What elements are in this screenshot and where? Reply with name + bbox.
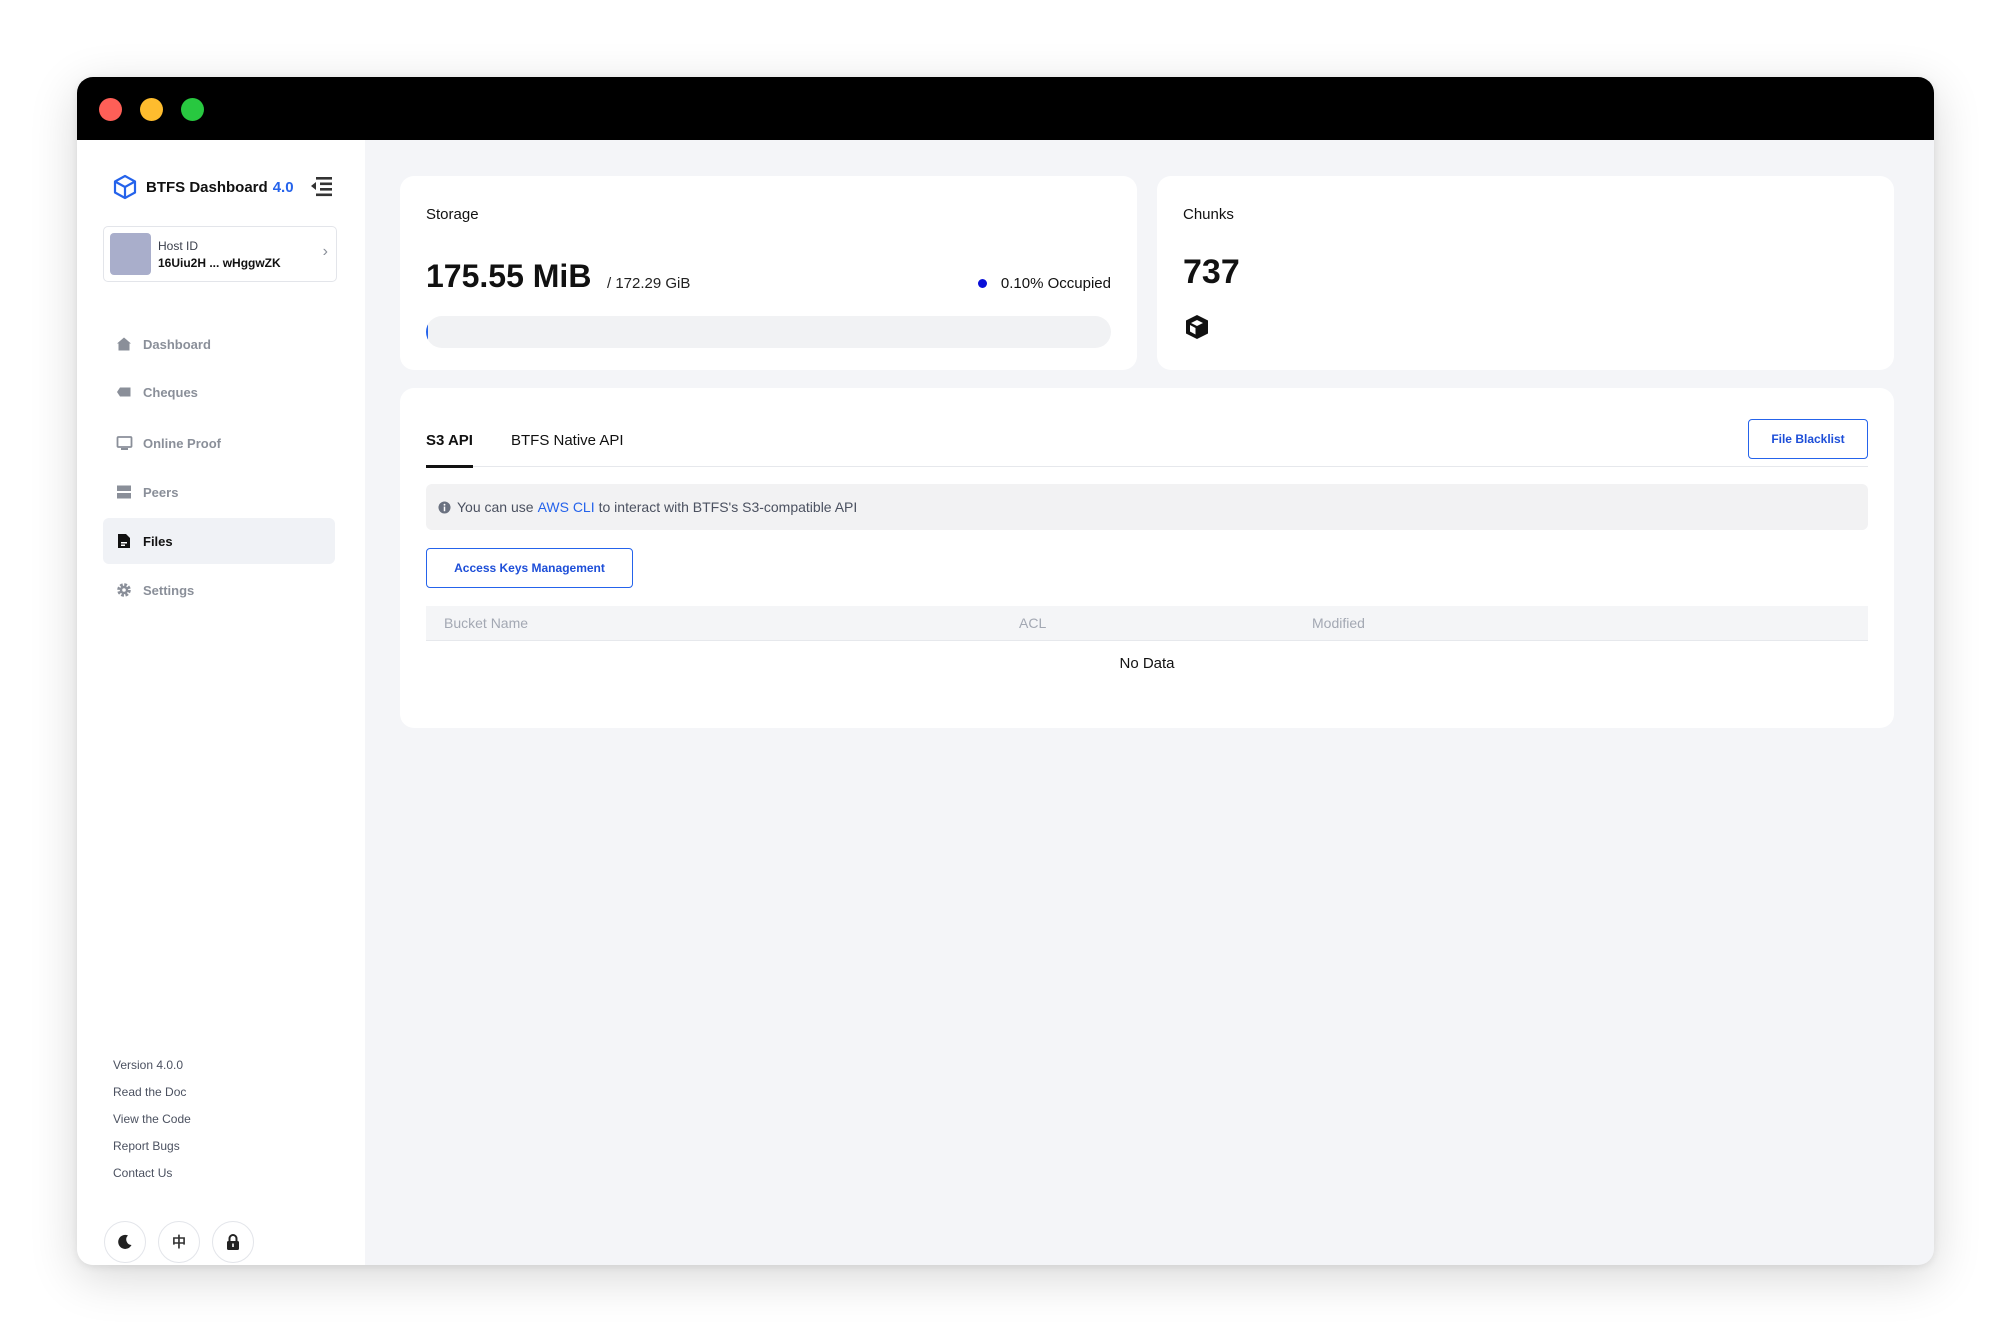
storage-occupied: 0.10% Occupied	[977, 275, 1111, 292]
sidebar-item-label: Peers	[143, 484, 179, 500]
language-toggle-button[interactable]: 中	[158, 1221, 200, 1263]
maximize-window-button[interactable]	[181, 98, 204, 121]
view-code-link[interactable]: View the Code	[113, 1106, 191, 1133]
close-window-button[interactable]	[99, 98, 122, 121]
sidebar-item-label: Cheques	[143, 384, 198, 400]
gear-icon	[115, 581, 133, 599]
window-titlebar	[77, 77, 1934, 140]
info-text-prefix: You can use	[457, 499, 534, 515]
version-text: Version 4.0.0	[113, 1058, 184, 1072]
sidebar-item-label: Files	[143, 533, 173, 549]
column-header-acl[interactable]: ACL	[1019, 615, 1046, 631]
minimize-window-button[interactable]	[140, 98, 163, 121]
sidebar-item-files[interactable]: Files	[103, 518, 335, 564]
brand-version: 4.0	[272, 178, 294, 196]
access-keys-button[interactable]: Access Keys Management	[426, 548, 633, 588]
tab-btfs-native-api[interactable]: BTFS Native API	[511, 432, 624, 465]
lock-icon	[227, 1234, 239, 1250]
brand[interactable]: BTFS Dashboard 4.0	[112, 173, 294, 201]
sidebar-item-online-proof[interactable]: Online Proof	[103, 420, 335, 466]
contact-us-link[interactable]: Contact Us	[113, 1160, 191, 1187]
host-id-value: 16Uiu2H ... wHggwZK	[158, 256, 281, 270]
home-icon	[115, 335, 133, 353]
sidebar-item-dashboard[interactable]: Dashboard	[103, 321, 335, 367]
language-toggle-label: 中	[172, 1234, 186, 1250]
theme-toggle-button[interactable]	[104, 1221, 146, 1263]
host-id-label: Host ID	[158, 239, 199, 253]
table-empty-text: No Data	[1119, 655, 1175, 672]
files-card: S3 API BTFS Native API File Blacklist Yo…	[400, 388, 1894, 728]
sidebar-item-label: Settings	[143, 582, 195, 598]
sidebar: BTFS Dashboard 4.0 Host ID 16Uiu2H ... w…	[77, 140, 365, 1265]
sidebar-footer-links: Version 4.0.0 Read the Doc View the Code…	[113, 1052, 191, 1187]
chevron-right-icon: ›	[322, 243, 328, 260]
tab-s3-api[interactable]: S3 API	[426, 432, 473, 468]
tag-icon	[115, 383, 133, 401]
monitor-icon	[115, 434, 133, 452]
occupied-dot-icon	[977, 279, 987, 288]
cube-icon	[1186, 315, 1208, 339]
brand-name: BTFS Dashboard	[146, 178, 268, 196]
report-bugs-link[interactable]: Report Bugs	[113, 1133, 191, 1160]
server-icon	[115, 483, 133, 501]
chunks-title: Chunks	[1183, 206, 1234, 223]
moon-icon	[118, 1234, 132, 1249]
api-tabs: S3 API BTFS Native API	[426, 424, 1868, 468]
app-window: BTFS Dashboard 4.0 Host ID 16Uiu2H ... w…	[77, 77, 1934, 1265]
column-header-modified[interactable]: Modified	[1312, 615, 1365, 631]
sidebar-item-settings[interactable]: Settings	[103, 567, 335, 613]
sidebar-item-cheques[interactable]: Cheques	[103, 369, 335, 415]
storage-progress-bar	[426, 316, 1111, 348]
chunks-card: Chunks 737	[1157, 176, 1894, 370]
lock-button[interactable]	[212, 1221, 254, 1263]
bucket-table-header: Bucket Name ACL Modified	[426, 606, 1868, 641]
info-text-suffix: to interact with BTFS's S3-compatible AP…	[598, 499, 858, 515]
storage-progress-fill	[426, 324, 428, 340]
host-id-card[interactable]: Host ID 16Uiu2H ... wHggwZK ›	[103, 226, 337, 282]
occupied-text: 0.10% Occupied	[1000, 275, 1111, 292]
column-header-bucket-name[interactable]: Bucket Name	[444, 615, 528, 631]
sidebar-item-peers[interactable]: Peers	[103, 469, 335, 515]
storage-total-value: / 172.29 GiB	[607, 275, 691, 292]
read-doc-link[interactable]: Read the Doc	[113, 1079, 191, 1106]
file-blacklist-button[interactable]: File Blacklist	[1748, 419, 1868, 459]
avatar	[110, 233, 151, 275]
file-icon	[115, 532, 133, 550]
btfs-logo-icon	[113, 174, 137, 200]
sidebar-item-label: Dashboard	[143, 336, 211, 352]
storage-card: Storage 175.55 MiB / 172.29 GiB 0.10% Oc…	[400, 176, 1137, 370]
aws-cli-link[interactable]: AWS CLI	[538, 499, 595, 515]
storage-used-value: 175.55 MiB	[426, 258, 592, 294]
chunks-count: 737	[1183, 253, 1240, 291]
info-icon	[438, 500, 451, 514]
sidebar-item-label: Online Proof	[143, 435, 221, 451]
storage-title: Storage	[426, 206, 479, 223]
info-banner: You can use AWS CLI to interact with BTF…	[426, 484, 1868, 530]
collapse-sidebar-icon[interactable]	[307, 172, 335, 200]
